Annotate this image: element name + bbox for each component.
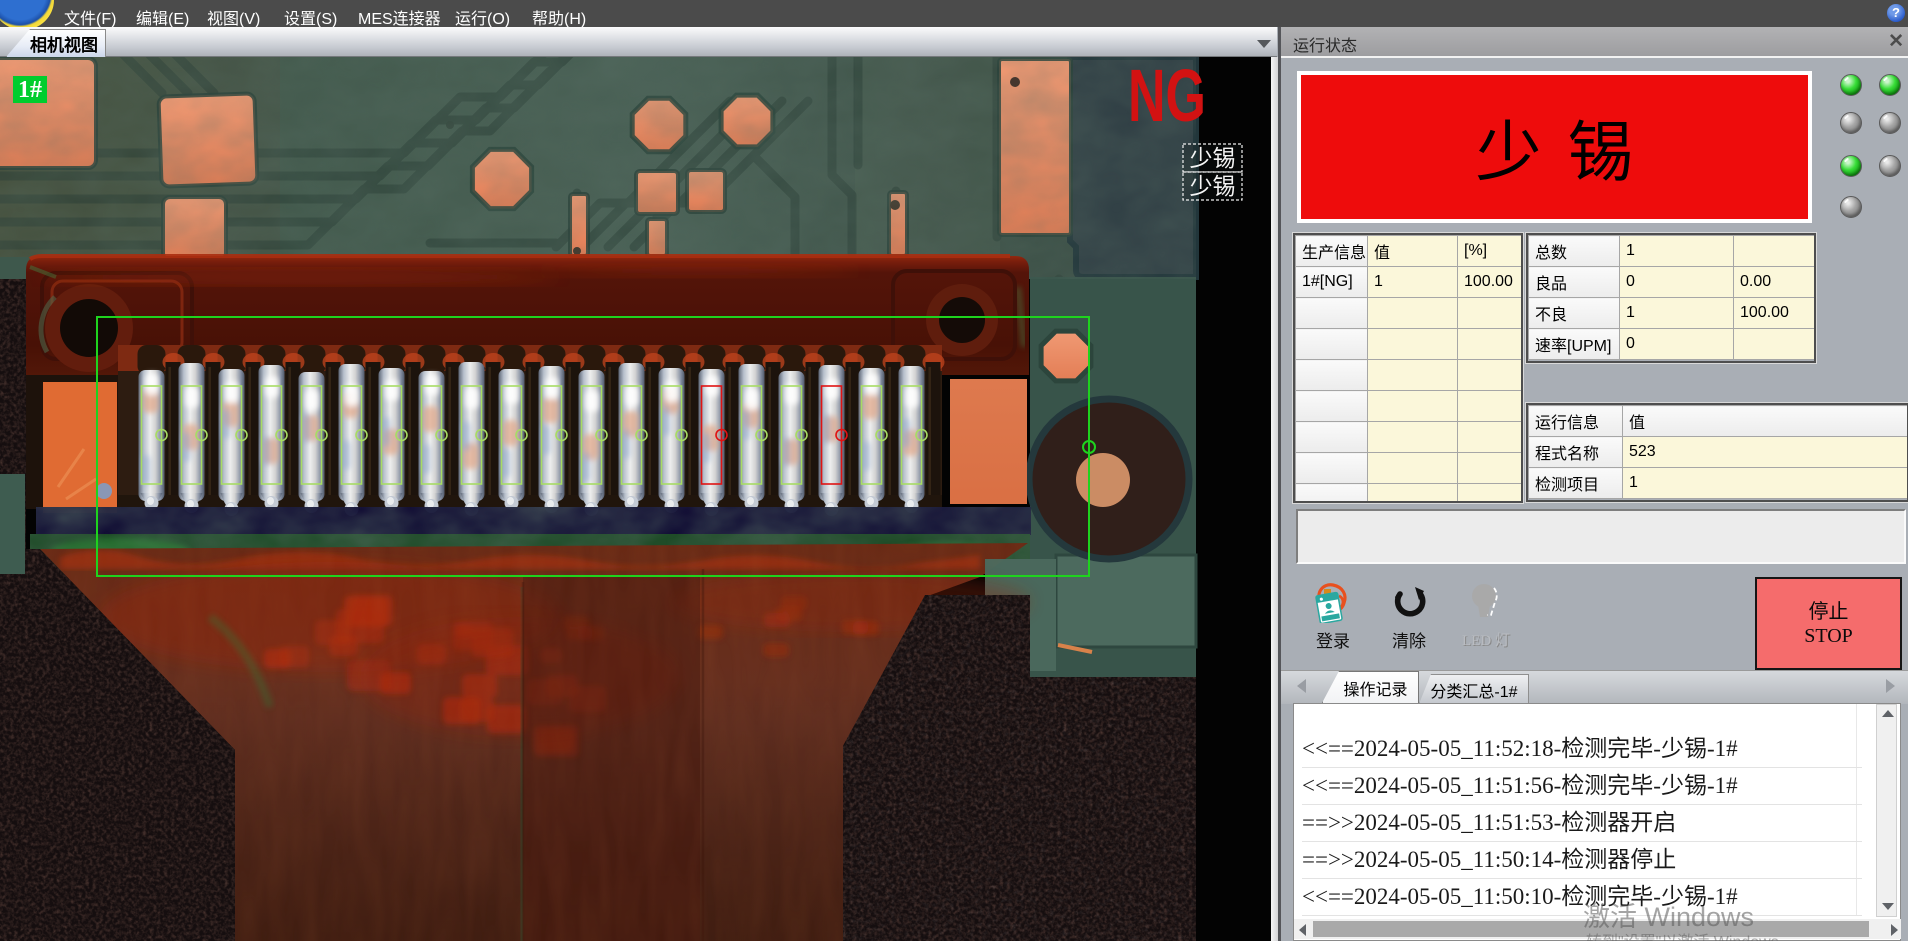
svg-text:1#: 1# bbox=[18, 77, 42, 103]
svg-text:NG: NG bbox=[1128, 57, 1206, 137]
svg-text:少锡: 少锡 bbox=[1190, 173, 1236, 199]
svg-text:少锡: 少锡 bbox=[1190, 145, 1236, 171]
